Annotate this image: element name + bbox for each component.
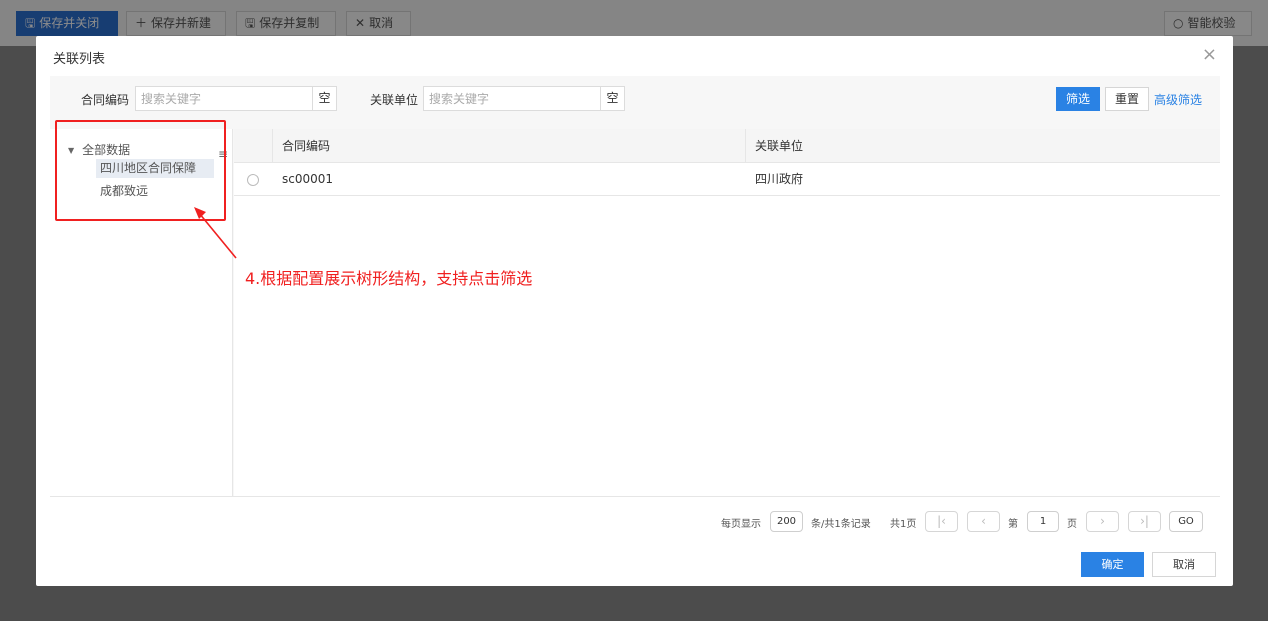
related-unit-label: 关联单位 (370, 93, 419, 107)
relation-list-dialog: 关联列表 × 合同编码 空 关联单位 空 筛选 重置 高级筛选 ≡ ▼全部数据 … (36, 36, 1233, 586)
page-prefix: 第 (1008, 519, 1018, 530)
cell-related-unit: 四川政府 (755, 172, 804, 186)
cell-contract-code: sc00001 (282, 172, 334, 186)
dialog-title: 关联列表 (53, 52, 106, 67)
table-header: 合同编码 关联单位 (234, 129, 1220, 163)
per-page-input[interactable]: 200 (770, 511, 803, 532)
related-unit-clear-button[interactable]: 空 (600, 87, 624, 110)
total-records-text: 条/共1条记录 (811, 519, 871, 530)
go-button[interactable]: GO (1169, 511, 1203, 532)
relation-table: 合同编码 关联单位 sc00001 四川政府 (234, 129, 1220, 496)
confirm-button[interactable]: 确定 (1081, 552, 1144, 577)
annotation-text: 4.根据配置展示树形结构，支持点击筛选 (245, 269, 533, 288)
per-page-label: 每页显示 (721, 519, 761, 530)
first-page-button[interactable]: |‹ (925, 511, 958, 532)
page-suffix: 页 (1067, 519, 1077, 530)
table-row[interactable]: sc00001 四川政府 (234, 163, 1220, 196)
next-page-button[interactable]: › (1086, 511, 1119, 532)
last-page-button[interactable]: ›| (1128, 511, 1161, 532)
prev-page-button[interactable]: ‹ (967, 511, 1000, 532)
row-radio[interactable] (247, 174, 259, 186)
close-icon[interactable]: × (1202, 45, 1217, 65)
total-pages-text: 共1页 (890, 519, 917, 530)
filter-button[interactable]: 筛选 (1056, 87, 1100, 111)
annotation-highlight-box (55, 120, 226, 221)
contract-code-search: 空 (135, 86, 337, 111)
contract-code-clear-button[interactable]: 空 (312, 87, 336, 110)
related-unit-input[interactable] (424, 87, 600, 110)
cancel-button[interactable]: 取消 (1152, 552, 1216, 577)
pagination: 每页显示 200 条/共1条记录 共1页 |‹ ‹ 第 1 页 › ›| GO (50, 496, 1220, 543)
related-unit-search: 空 (423, 86, 625, 111)
column-header-related-unit[interactable]: 关联单位 (755, 129, 803, 163)
contract-code-label: 合同编码 (81, 93, 130, 107)
advanced-filter-link[interactable]: 高级筛选 (1154, 91, 1202, 108)
page-number-input[interactable]: 1 (1027, 511, 1059, 532)
search-bar: 合同编码 空 关联单位 空 筛选 重置 高级筛选 (50, 76, 1220, 126)
reset-button[interactable]: 重置 (1105, 87, 1149, 111)
column-header-contract-code[interactable]: 合同编码 (282, 129, 330, 163)
contract-code-input[interactable] (136, 87, 312, 110)
